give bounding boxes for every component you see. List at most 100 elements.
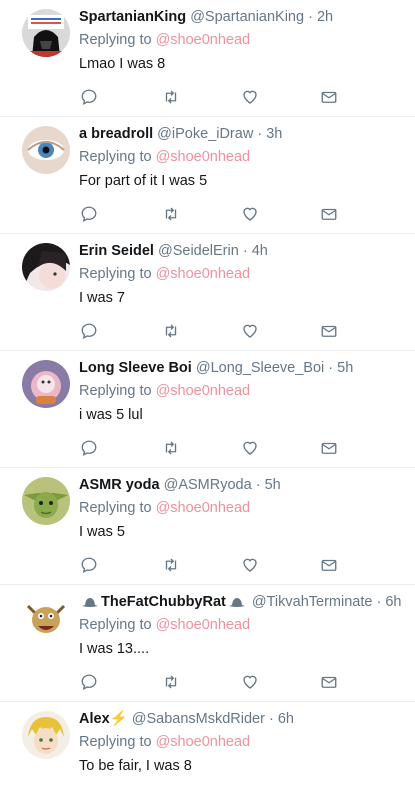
separator: · — [242, 243, 248, 259]
reply-button[interactable] — [80, 673, 100, 693]
mention-link[interactable]: @shoe0nhead — [156, 617, 251, 633]
message-button[interactable] — [320, 556, 340, 576]
tweet-header: Long Sleeve Boi @Long_Sleeve_Boi · 5h — [79, 359, 407, 377]
envelope-icon — [321, 559, 337, 571]
display-name[interactable]: a breadroll — [79, 126, 153, 142]
action-bar — [0, 322, 415, 342]
user-handle[interactable]: @TikvahTerminate — [252, 594, 373, 610]
tweet[interactable]: Alex⚡ @SabansMskdRider · 6h Replying to … — [0, 702, 415, 812]
action-bar — [0, 88, 415, 108]
tweet[interactable]: SpartanianKing @SpartanianKing · 2h Repl… — [0, 0, 415, 117]
reply-icon — [81, 557, 97, 573]
reply-button[interactable] — [80, 88, 100, 108]
toy-avatar[interactable] — [22, 360, 70, 408]
replying-to: Replying to @shoe0nhead — [79, 733, 250, 751]
tweet-text: For part of it I was 5 — [79, 173, 208, 189]
portrait-avatar[interactable] — [22, 243, 70, 291]
timestamp[interactable]: 4h — [252, 243, 268, 259]
retweet-icon — [165, 207, 177, 221]
mention-link[interactable]: @shoe0nhead — [156, 734, 251, 750]
replying-to: Replying to @shoe0nhead — [79, 382, 250, 400]
lightning-icon: ⚡ — [109, 711, 128, 727]
retweet-button[interactable] — [162, 673, 182, 693]
user-handle[interactable]: @SeidelErin — [158, 243, 239, 259]
timestamp[interactable]: 3h — [266, 126, 282, 142]
timestamp[interactable]: 5h — [265, 477, 281, 493]
timestamp[interactable]: 6h — [385, 594, 401, 610]
retweet-button[interactable] — [162, 88, 182, 108]
mention-link[interactable]: @shoe0nhead — [156, 383, 251, 399]
user-handle[interactable]: @SpartanianKing — [190, 9, 304, 25]
message-button[interactable] — [320, 322, 340, 342]
tweet-text: I was 5 — [79, 524, 125, 540]
user-handle[interactable]: @SabansMskdRider — [132, 711, 265, 727]
eye-avatar[interactable] — [22, 126, 70, 174]
retweet-button[interactable] — [162, 322, 182, 342]
message-button[interactable] — [320, 673, 340, 693]
tweet[interactable]: TheFatChubbyRat @TikvahTerminate · 6h Re… — [0, 585, 415, 702]
replying-to: Replying to @shoe0nhead — [79, 499, 250, 517]
user-handle[interactable]: @iPoke_iDraw — [157, 126, 253, 142]
hat-icon — [228, 597, 245, 607]
mention-link[interactable]: @shoe0nhead — [156, 500, 251, 516]
display-name[interactable]: Long Sleeve Boi — [79, 360, 192, 376]
darth-vader-avatar[interactable] — [22, 9, 70, 57]
like-button[interactable] — [241, 205, 261, 225]
reply-button[interactable] — [80, 439, 100, 459]
envelope-icon — [321, 676, 337, 688]
retweet-icon — [165, 558, 177, 572]
like-button[interactable] — [241, 88, 261, 108]
action-bar — [0, 439, 415, 459]
yoda-avatar[interactable] — [22, 477, 70, 525]
tweet-header: Alex⚡ @SabansMskdRider · 6h — [79, 710, 407, 728]
retweet-button[interactable] — [162, 439, 182, 459]
tweet-text: I was 7 — [79, 290, 125, 306]
tweet-text: Lmao I was 8 — [79, 56, 166, 72]
anime-avatar[interactable] — [22, 711, 70, 759]
message-button[interactable] — [320, 439, 340, 459]
timestamp[interactable]: 6h — [278, 711, 294, 727]
envelope-icon — [321, 208, 337, 220]
mention-link[interactable]: @shoe0nhead — [156, 149, 251, 165]
reply-icon — [81, 674, 97, 690]
like-button[interactable] — [241, 673, 261, 693]
display-name[interactable]: TheFatChubbyRat — [101, 594, 226, 610]
tweet-header: a breadroll @iPoke_iDraw · 3h — [79, 125, 407, 143]
heart-icon — [243, 558, 257, 572]
display-name[interactable]: ASMR yoda — [79, 477, 160, 493]
replying-label: Replying to — [79, 149, 152, 165]
reply-button[interactable] — [80, 556, 100, 576]
separator: · — [376, 594, 382, 610]
message-button[interactable] — [320, 205, 340, 225]
message-button[interactable] — [320, 88, 340, 108]
mention-link[interactable]: @shoe0nhead — [156, 32, 251, 48]
tweet[interactable]: ASMR yoda @ASMRyoda · 5h Replying to @sh… — [0, 468, 415, 585]
tweet[interactable]: a breadroll @iPoke_iDraw · 3h Replying t… — [0, 117, 415, 234]
replying-label: Replying to — [79, 500, 152, 516]
display-name[interactable]: Erin Seidel — [79, 243, 154, 259]
retweet-icon — [165, 324, 177, 338]
reply-button[interactable] — [80, 322, 100, 342]
like-button[interactable] — [241, 322, 261, 342]
like-button[interactable] — [241, 556, 261, 576]
user-handle[interactable]: @ASMRyoda — [164, 477, 252, 493]
separator: · — [268, 711, 274, 727]
tweet[interactable]: Erin Seidel @SeidelErin · 4h Replying to… — [0, 234, 415, 351]
hat-icon — [82, 597, 98, 607]
like-button[interactable] — [241, 439, 261, 459]
replying-label: Replying to — [79, 617, 152, 633]
mention-link[interactable]: @shoe0nhead — [156, 266, 251, 282]
tweet-header: SpartanianKing @SpartanianKing · 2h — [79, 8, 407, 26]
retweet-button[interactable] — [162, 556, 182, 576]
tweet-header: Erin Seidel @SeidelErin · 4h — [79, 242, 407, 260]
tweet[interactable]: Long Sleeve Boi @Long_Sleeve_Boi · 5h Re… — [0, 351, 415, 468]
timestamp[interactable]: 2h — [317, 9, 333, 25]
reply-button[interactable] — [80, 205, 100, 225]
retweet-button[interactable] — [162, 205, 182, 225]
cartoon-avatar[interactable] — [22, 594, 70, 642]
timestamp[interactable]: 5h — [337, 360, 353, 376]
display-name[interactable]: SpartanianKing — [79, 9, 186, 25]
user-handle[interactable]: @Long_Sleeve_Boi — [196, 360, 324, 376]
display-name[interactable]: Alex — [79, 711, 110, 727]
separator: · — [257, 126, 263, 142]
